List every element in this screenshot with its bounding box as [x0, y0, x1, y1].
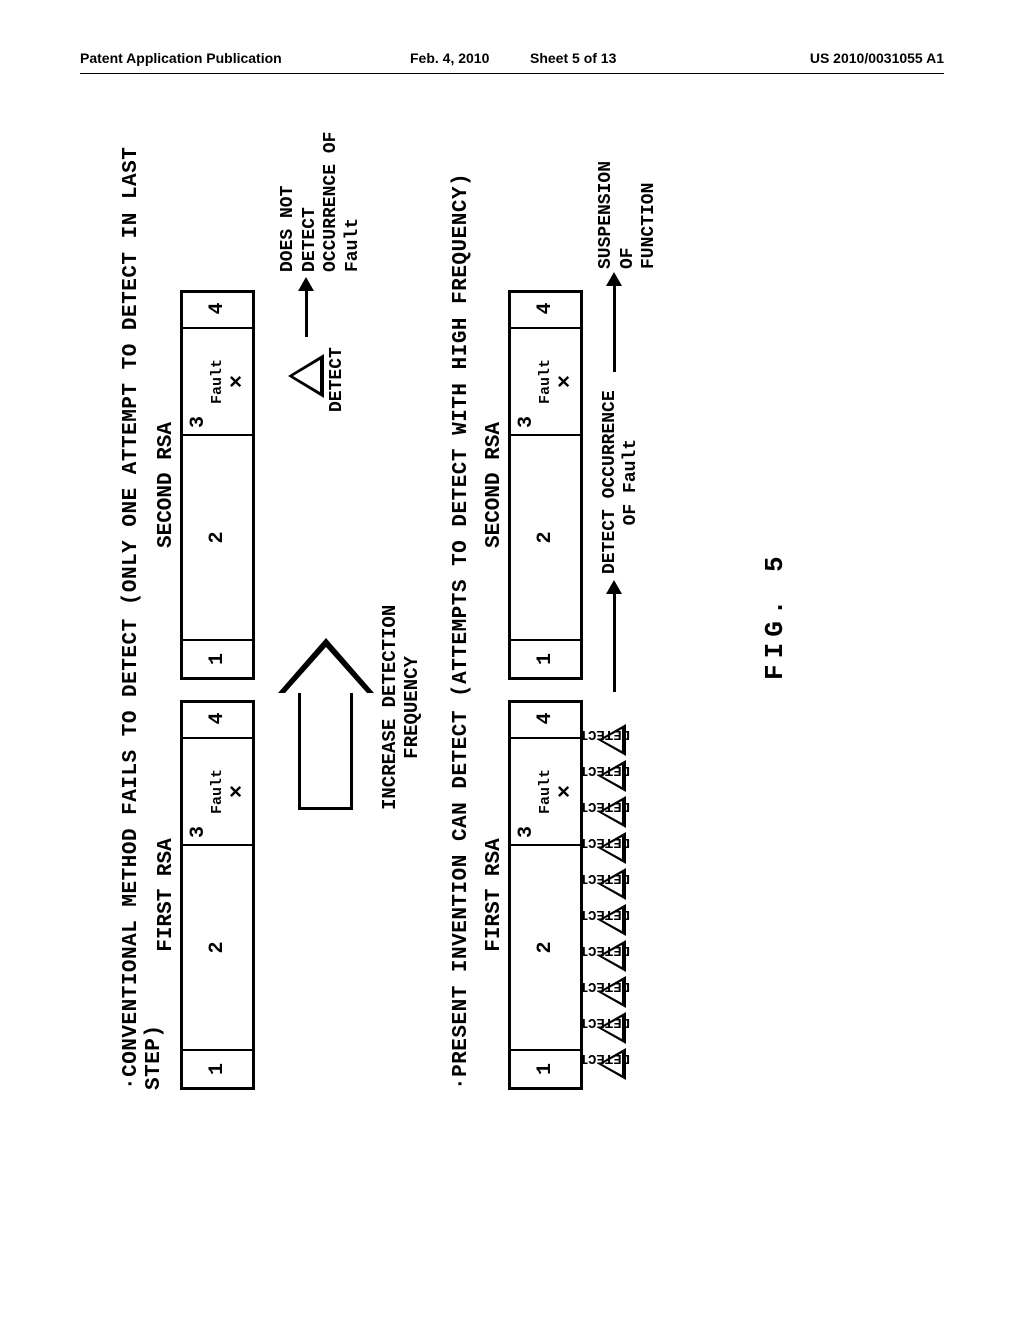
step-num: 3: [515, 416, 538, 428]
first-rsa-conventional: FIRST RSA 1 2 3 Fault × 4: [180, 700, 255, 1090]
detect-triangle-icon: DETECT: [598, 1012, 634, 1044]
section2-title: ·PRESENT INVENTION CAN DETECT (ATTEMPTS …: [450, 173, 473, 1090]
step-num: 3: [515, 826, 538, 838]
detect-label: DETECT: [580, 726, 630, 742]
second-rsa-label: SECOND RSA: [483, 293, 506, 677]
detect-occurrence-label: DETECT OCCURRENCE OF Fault: [600, 390, 641, 574]
fault-label: Fault: [210, 769, 225, 814]
detect-triangle-icon: DETECT: [598, 904, 634, 936]
step-cell: 4: [183, 290, 252, 327]
detect-label: DETECT: [580, 942, 630, 958]
step-num: 3: [187, 416, 210, 428]
step-cell-fault: 3 Fault ×: [511, 737, 580, 844]
arrow-icon: [613, 592, 616, 692]
header-publication: Patent Application Publication: [80, 50, 282, 66]
detect-label: DETECT: [327, 347, 347, 412]
detect-label: DETECT: [580, 798, 630, 814]
conventional-result: DOES NOT DETECT OCCURRENCE OF Fault: [278, 130, 364, 272]
detect-triangle-icon: DETECT: [598, 760, 634, 792]
detect-triangle-icon: DETECT: [598, 724, 634, 756]
second-rsa-conventional: SECOND RSA 1 2 3 Fault × 4: [180, 290, 255, 680]
detect-triangle-icon: DETECT: [598, 940, 634, 972]
invention-result: SUSPENSION OF FUNCTION: [596, 130, 661, 269]
fault-label: Fault: [210, 359, 225, 404]
detect-label: DETECT: [580, 1050, 630, 1066]
fault-x-icon: ×: [227, 769, 249, 814]
detect-label: DETECT: [580, 870, 630, 886]
fault-x-icon: ×: [555, 359, 577, 404]
fault-x-icon: ×: [227, 359, 249, 404]
step-cell: 4: [511, 700, 580, 737]
increase-frequency-label: INCREASE DETECTION FREQUENCY: [380, 605, 424, 810]
step-cell: 1: [511, 639, 580, 677]
step-cell: 2: [511, 434, 580, 639]
detect-triangle-icon: DETECT: [598, 832, 634, 864]
detect-triangle-icon: [288, 354, 324, 398]
detect-label: DETECT: [580, 906, 630, 922]
second-rsa-label: SECOND RSA: [155, 293, 178, 677]
step-num: 3: [187, 826, 210, 838]
first-rsa-label: FIRST RSA: [483, 703, 506, 1087]
detect-label: DETECT: [580, 762, 630, 778]
fault-label: Fault: [538, 359, 553, 404]
detect-triangle-row: DETECT DETECT DETECT DETECT DETECT DETECT DETE…: [598, 724, 634, 1080]
detect-triangle-icon: DETECT: [598, 868, 634, 900]
header-sheet: Sheet 5 of 13: [530, 50, 616, 66]
detect-triangle-icon: DETECT: [598, 1048, 634, 1080]
step-cell: 1: [511, 1049, 580, 1087]
detect-triangle-icon: DETECT: [598, 796, 634, 828]
detect-label: DETECT: [580, 978, 630, 994]
step-cell: 2: [183, 434, 252, 639]
step-cell: 4: [183, 700, 252, 737]
header-date: Feb. 4, 2010: [410, 50, 489, 66]
arrow-icon: [613, 284, 616, 372]
step-cell: 1: [183, 1049, 252, 1087]
detect-label: DETECT: [580, 834, 630, 850]
first-rsa-label: FIRST RSA: [155, 703, 178, 1087]
fault-x-icon: ×: [555, 769, 577, 814]
step-cell: 2: [511, 844, 580, 1049]
step-cell-fault: 3 Fault ×: [511, 327, 580, 434]
detect-triangle-icon: DETECT: [598, 976, 634, 1008]
step-cell: 2: [183, 844, 252, 1049]
step-cell: 4: [511, 290, 580, 327]
step-cell: 1: [183, 639, 252, 677]
detect-label: DETECT: [580, 1014, 630, 1030]
header-rule: [80, 73, 944, 74]
arrow-icon: [305, 289, 308, 337]
first-rsa-invention: FIRST RSA 1 2 3 Fault × 4: [508, 700, 583, 1090]
step-cell-fault: 3 Fault ×: [183, 737, 252, 844]
figure-5: ·CONVENTIONAL METHOD FAILS TO DETECT (ON…: [30, 220, 990, 1000]
increase-frequency-arrow-icon: [278, 640, 373, 810]
step-cell-fault: 3 Fault ×: [183, 327, 252, 434]
figure-label: FIG. 5: [760, 550, 790, 680]
fault-label: Fault: [538, 769, 553, 814]
header-pubno: US 2010/0031055 A1: [810, 50, 944, 66]
second-rsa-invention: SECOND RSA 1 2 3 Fault × 4: [508, 290, 583, 680]
